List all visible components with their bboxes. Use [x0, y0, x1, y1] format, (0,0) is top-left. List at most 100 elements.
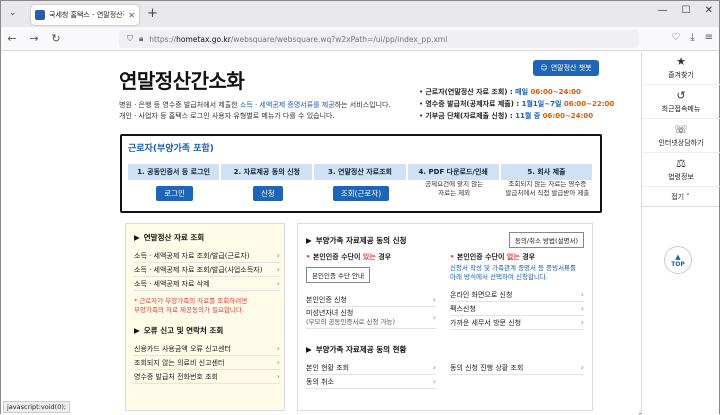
sidebar-item-consult[interactable]: ☏ 인터넷상담하기 — [642, 119, 720, 153]
left-panel: ▶ 연말정산 자료 조회 소득 · 세액공제 자료 조회/발급(근로자) › 소득 ·… — [125, 223, 285, 411]
tab-list-icon[interactable]: ⌄ — [9, 8, 17, 18]
forward-icon[interactable]: → — [23, 32, 45, 45]
step-button[interactable]: 로그인 — [156, 186, 193, 201]
list-item-label: 본인인증 신청 — [306, 295, 347, 304]
consent-method-button[interactable]: 동의/취소 방법(설명서) — [508, 232, 584, 248]
list-item[interactable]: 소득 · 세액공제 자료 조회/발급(근로자) › — [134, 249, 280, 263]
list-item[interactable]: 소득 · 세액공제 자료 조회/발급(사업소득자) › — [134, 263, 280, 277]
list-item-label: 소득 · 세액공제 자료 조회/발급(근로자) — [134, 251, 250, 260]
list-item[interactable]: 온라인 화면으로 신청 › — [450, 288, 584, 302]
shield-icon[interactable]: ⛉ — [127, 34, 133, 44]
list-item[interactable]: 동의 신청 진행 상황 조회 › — [450, 361, 584, 375]
new-tab-button[interactable]: + — [147, 6, 158, 21]
list-item-label: 본인 현황 조회 — [306, 363, 350, 372]
process-step: 5. 회사 제출 — [500, 164, 595, 180]
address-bar[interactable]: ⛉ 🔒︎ https://hometax.go.kr/websquare/web… — [119, 30, 639, 48]
chevron-right-icon: › — [432, 363, 436, 372]
page-content: 연말정산간소화 ☺ 연말정산 챗봇 병원 · 은행 등 영수증 발급처에서 제출… — [1, 51, 639, 415]
with-auth-list: 본인인증 신청 › 미성년자녀 신청 (부모의 공동인증서로 신청 가능) › — [306, 293, 436, 329]
tab-bar: ⌄ 국세청 홈택스 - 연말정산간소 ✕ + — ☐ ✕ — [1, 1, 719, 27]
chat-icon: ☺ — [540, 64, 548, 72]
minimize-icon[interactable]: — — [658, 5, 668, 16]
consent-note: * 근로자가 부양가족의 자료를 조회하려면 부양가족의 자료 제공동의가 필요… — [134, 297, 248, 314]
status-url: javascript:void(0); — [3, 401, 71, 413]
downloads-icon[interactable]: ⤓ — [690, 32, 694, 43]
list-item[interactable]: 미성년자녀 신청 (부모의 공동인증서로 신청 가능) › — [306, 307, 436, 329]
auth-guide-button[interactable]: 본인인증 수단 안내 — [306, 267, 370, 283]
list-item-label: 팩스신청 — [450, 304, 476, 313]
lock-icon[interactable]: 🔒︎ — [139, 34, 143, 44]
schedule-period: 11월 중 — [515, 112, 543, 120]
status-list-2: 동의 신청 진행 상황 조회 › — [450, 361, 584, 389]
without-auth-column: • 본인인증 수단이 없는 경우 신청서 작성 및 가족관계 증명서 등 증빙서… — [450, 252, 584, 330]
sidebar-item-label: 법령정보 — [668, 173, 694, 181]
list-item-sub: (부모의 공동인증서로 신청 가능) — [306, 318, 396, 326]
schedule-item: • 영수증 발급처(공제자료 제출) : 1월1일~7일 06:00~22:00 — [419, 98, 614, 110]
chevron-right-icon: › — [276, 279, 280, 288]
scroll-top-button[interactable]: ▲ TOP — [664, 246, 692, 274]
chevron-right-icon: › — [580, 290, 584, 299]
list-item[interactable]: 소득 · 세액공제 자료 삭제 › — [134, 277, 280, 291]
tab-title: 국세청 홈택스 - 연말정산간소 — [49, 11, 124, 19]
sidebar-item-law[interactable]: ⚖ 법령정보 — [642, 153, 720, 187]
schedule-key: 영수증 발급처(공제자료 제출) : — [425, 100, 522, 108]
browser-tab[interactable]: 국세청 홈택스 - 연말정산간소 ✕ — [31, 5, 139, 25]
schedule-key: 기부금 단체(자료제출 신청) : — [425, 112, 516, 120]
chatbot-button[interactable]: ☺ 연말정산 챗봇 — [533, 60, 599, 76]
sidebar-item-recent[interactable]: ↺ 최근접속메뉴 — [642, 85, 720, 119]
list-item-label: 미성년자녀 신청 — [306, 309, 354, 317]
step-button[interactable]: 조회(근로자) — [332, 186, 390, 201]
list-item[interactable]: 조회되지 않는 의료비 신고센터 › — [134, 356, 280, 370]
schedule-hours: 06:00~24:00 — [530, 88, 581, 96]
chevron-right-icon: › — [580, 304, 584, 313]
star-icon: ★ — [676, 55, 686, 68]
list-item[interactable]: 영수증 발급처 전화번호 조회 › — [134, 370, 280, 384]
browser-window: ⌄ 국세청 홈택스 - 연말정산간소 ✕ + — ☐ ✕ ← → ↻ ⛉ 🔒︎ … — [0, 0, 720, 415]
close-window-icon[interactable]: ✕ — [705, 5, 713, 16]
step-button[interactable]: 신청 — [252, 186, 283, 201]
process-step: 1. 공동인증서 등 로그인 — [128, 164, 222, 180]
list-item-label: 영수증 발급처 전화번호 조회 — [134, 372, 218, 381]
list-item[interactable]: 신용카드 사용금액 오류 신고센터 › — [134, 342, 280, 356]
list-item[interactable]: 동의 취소 › — [306, 375, 436, 389]
close-tab-icon[interactable]: ✕ — [128, 11, 135, 20]
recent-icon: ↺ — [676, 89, 686, 102]
list-item-label: 동의 취소 — [306, 377, 334, 386]
step-note: 조회되지 않는 자료는 영수증 발급처에서 직접 발급받아 제출 — [505, 180, 590, 197]
list-item-label: 동의 신청 진행 상황 조회 — [450, 363, 524, 372]
sidebar-item-label: 인터넷상담하기 — [658, 139, 704, 147]
list-item[interactable]: 본인 현황 조회 › — [306, 361, 436, 375]
chevron-right-icon: › — [580, 318, 584, 327]
without-auth-list: 온라인 화면으로 신청 › 팩스신청 › 가까운 세무서 방문 신청 › — [450, 288, 584, 330]
chevron-right-icon: › — [276, 372, 280, 381]
sidebar-item-favorites[interactable]: ★ 즐겨찾기 — [642, 51, 720, 85]
list-item[interactable]: 팩스신청 › — [450, 302, 584, 316]
phone-icon: ☏ — [674, 123, 688, 136]
schedule-item: • 기부금 단체(자료제출 신청) : 11월 중 06:00~24:00 — [419, 110, 614, 122]
list-item-text: 미성년자녀 신청 (부모의 공동인증서로 신청 가능) — [306, 308, 395, 327]
step-note: 공제요건에 맞지 않는 자료는 제외 — [425, 180, 484, 197]
schedule-hours: 06:00~24:00 — [542, 112, 594, 120]
window-controls: — ☐ ✕ — [658, 5, 713, 16]
section-title: ▶ 부양가족 자료제공 동의 현황 — [306, 345, 407, 354]
maximize-icon[interactable]: ☐ — [682, 5, 691, 16]
chevron-right-icon: › — [432, 377, 436, 386]
url-text: https://hometax.go.kr/websquare/websquar… — [149, 34, 448, 44]
quick-sidebar: ★ 즐겨찾기 ↺ 최근접속메뉴 ☏ 인터넷상담하기 ⚖ 법령정보 접기 ˄ ▲ TOP — [641, 51, 720, 415]
favicon-icon — [35, 10, 45, 20]
step-action: 신청 — [221, 186, 314, 201]
reload-icon[interactable]: ↻ — [45, 32, 67, 45]
menu-icon[interactable]: ≡ — [705, 32, 713, 43]
list-item-label: 소득 · 세액공제 자료 삭제 — [134, 279, 210, 288]
report-list: 신용카드 사용금액 오류 신고센터 › 조회되지 않는 의료비 신고센터 › 영수증 발… — [134, 342, 280, 384]
process-step: 4. PDF 다운로드/인쇄 — [407, 164, 501, 180]
pocket-icon[interactable]: ♡ — [671, 32, 680, 43]
schedule-period: 매일 — [515, 88, 531, 96]
up-arrow-icon: ▲ — [675, 252, 681, 261]
without-auth-desc: 신청서 작성 및 가족관계 증명서 등 증빙서류를 아래 방식에서 선택하여 신… — [450, 264, 577, 281]
fold-button[interactable]: 접기 ˄ — [642, 187, 719, 207]
list-item[interactable]: 가까운 세무서 방문 신청 › — [450, 316, 584, 330]
list-item[interactable]: 본인인증 신청 › — [306, 293, 436, 307]
step-action: 로그인 — [128, 186, 221, 201]
back-icon[interactable]: ← — [1, 32, 23, 45]
